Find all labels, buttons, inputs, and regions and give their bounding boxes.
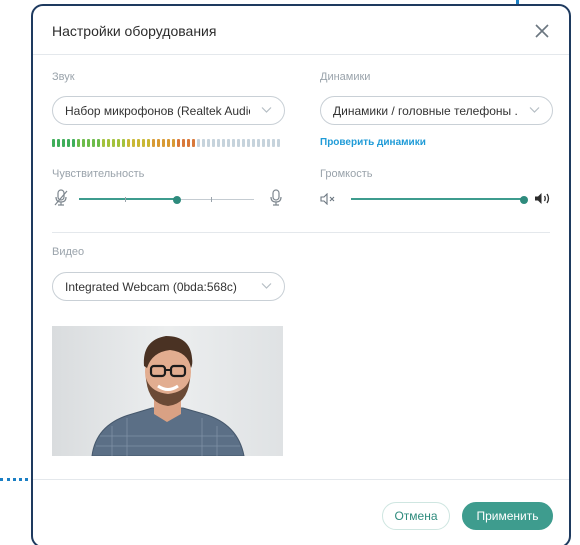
microphone-select-value: Набор микрофонов (Realtek Audio) <box>65 103 250 118</box>
level-meter-segment <box>217 139 220 147</box>
level-meter-segment <box>212 139 215 147</box>
camera-preview-person-image <box>52 326 283 456</box>
level-meter-segment <box>122 139 125 147</box>
level-meter-segment <box>252 139 255 147</box>
level-meter-segment <box>202 139 205 147</box>
level-meter-segment <box>237 139 240 147</box>
chevron-down-icon <box>529 107 540 113</box>
chevron-down-icon <box>261 283 272 289</box>
level-meter-segment <box>82 139 85 147</box>
cancel-button[interactable]: Отмена <box>382 502 450 530</box>
level-meter-segment <box>227 139 230 147</box>
speakers-select-value: Динамики / головные телефоны ... <box>333 103 518 118</box>
level-meter-segment <box>242 139 245 147</box>
level-meter-segment <box>232 139 235 147</box>
level-meter-segment <box>87 139 90 147</box>
header-divider <box>33 54 569 55</box>
level-meter-segment <box>162 139 165 147</box>
level-meter-segment <box>267 139 270 147</box>
close-icon[interactable] <box>533 22 551 40</box>
level-meter-segment <box>102 139 105 147</box>
sensitivity-label: Чувствительность <box>52 168 145 180</box>
slider-fill <box>351 198 524 200</box>
level-meter-segment <box>192 139 195 147</box>
level-meter-segment <box>62 139 65 147</box>
speakers-label: Динамики <box>320 71 371 83</box>
slider-knob[interactable] <box>520 196 528 204</box>
level-meter-segment <box>257 139 260 147</box>
slider-knob[interactable] <box>173 196 181 204</box>
level-meter-segment <box>142 139 145 147</box>
level-meter-segment <box>72 139 75 147</box>
slider-tick <box>211 197 212 202</box>
level-meter-segment <box>132 139 135 147</box>
level-meter-segment <box>177 139 180 147</box>
volume-muted-icon <box>320 193 335 205</box>
footer-divider <box>33 479 569 480</box>
hardware-settings-dialog: Настройки оборудования Звук Набор микроф… <box>31 4 571 545</box>
level-meter-segment <box>197 139 200 147</box>
level-meter-segment <box>147 139 150 147</box>
video-label: Видео <box>52 246 85 258</box>
level-meter-segment <box>277 139 280 147</box>
microphone-level-meter <box>52 139 280 147</box>
slider-fill <box>79 198 177 200</box>
microphone-select[interactable]: Набор микрофонов (Realtek Audio) <box>52 96 285 125</box>
volume-icon <box>535 193 550 204</box>
level-meter-segment <box>157 139 160 147</box>
volume-label: Громкость <box>320 168 373 180</box>
level-meter-segment <box>117 139 120 147</box>
level-meter-segment <box>112 139 115 147</box>
level-meter-segment <box>127 139 130 147</box>
level-meter-segment <box>172 139 175 147</box>
level-meter-segment <box>262 139 265 147</box>
dialog-title: Настройки оборудования <box>52 23 217 39</box>
sound-label: Звук <box>52 71 75 83</box>
level-meter-segment <box>222 139 225 147</box>
microphone-icon <box>270 189 282 206</box>
level-meter-segment <box>52 139 55 147</box>
test-speakers-link[interactable]: Проверить динамики <box>320 137 426 148</box>
level-meter-segment <box>97 139 100 147</box>
camera-select-value: Integrated Webcam (0bda:568c) <box>65 279 237 294</box>
level-meter-segment <box>152 139 155 147</box>
chevron-down-icon <box>261 107 272 113</box>
sensitivity-slider[interactable] <box>79 190 254 210</box>
volume-slider[interactable] <box>351 190 528 210</box>
speakers-select[interactable]: Динамики / головные телефоны ... <box>320 96 553 125</box>
camera-select[interactable]: Integrated Webcam (0bda:568c) <box>52 272 285 301</box>
level-meter-segment <box>77 139 80 147</box>
apply-button[interactable]: Применить <box>462 502 553 530</box>
level-meter-segment <box>137 139 140 147</box>
level-meter-segment <box>207 139 210 147</box>
level-meter-segment <box>57 139 60 147</box>
level-meter-segment <box>107 139 110 147</box>
camera-preview <box>52 326 283 456</box>
level-meter-segment <box>247 139 250 147</box>
microphone-muted-icon <box>54 189 68 206</box>
level-meter-segment <box>182 139 185 147</box>
level-meter-segment <box>67 139 70 147</box>
level-meter-segment <box>92 139 95 147</box>
slider-tick <box>125 197 126 202</box>
annotation-connector-left <box>0 478 34 481</box>
section-divider <box>52 232 550 233</box>
level-meter-segment <box>167 139 170 147</box>
level-meter-segment <box>272 139 275 147</box>
stage: Настройки оборудования Звук Набор микроф… <box>0 0 580 545</box>
level-meter-segment <box>187 139 190 147</box>
